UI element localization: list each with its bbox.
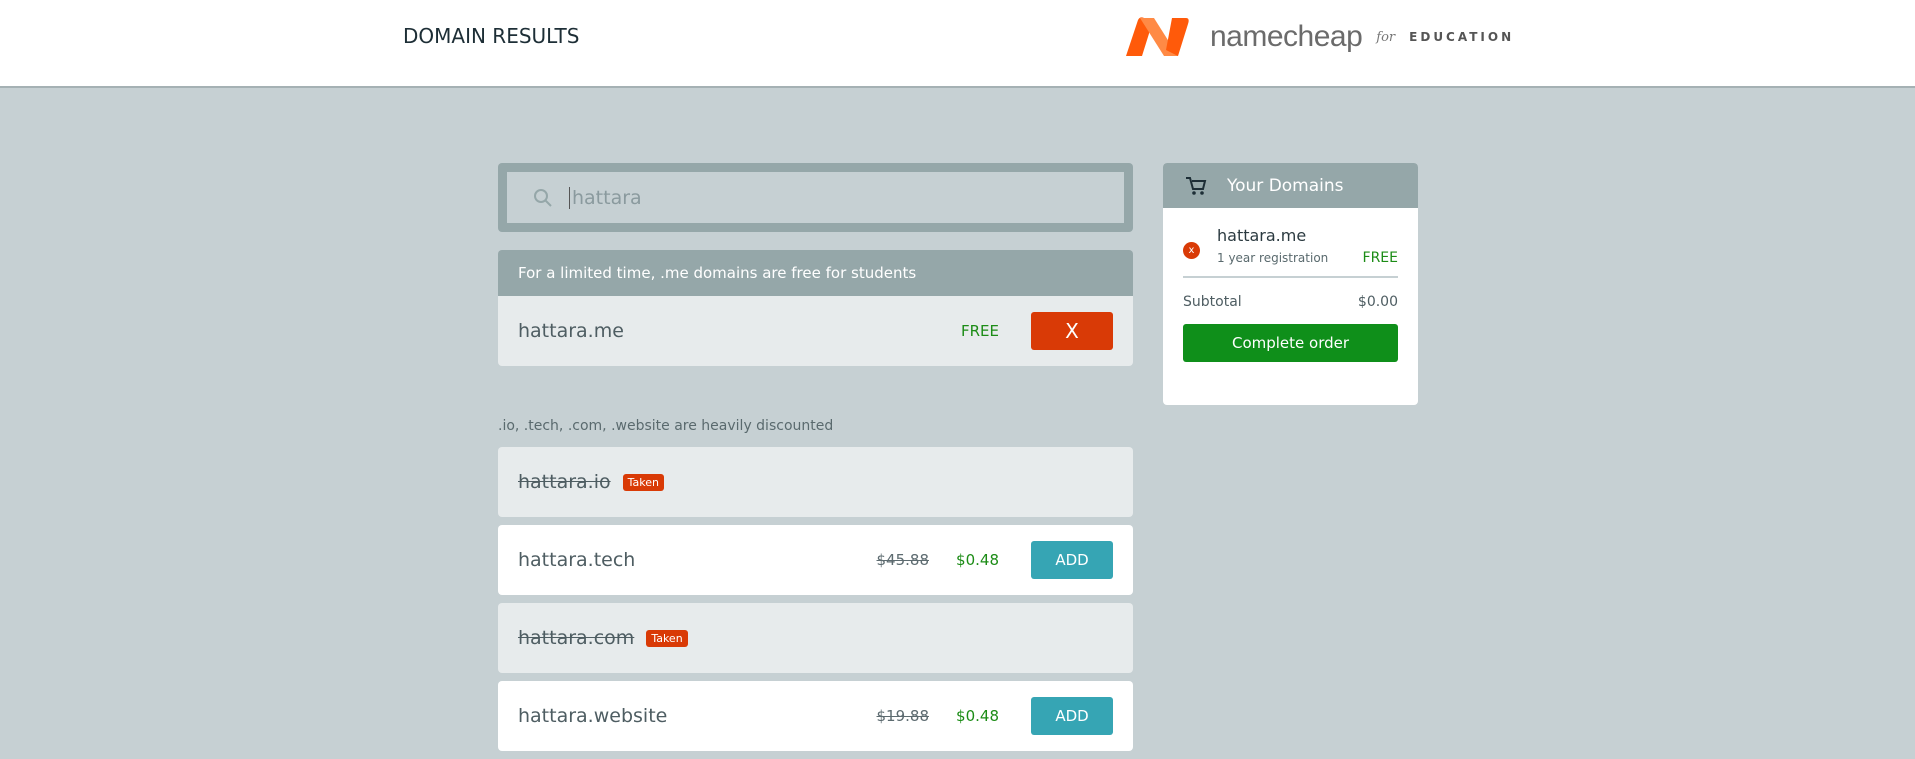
cart-panel: Your Domains x hattara.me 1 year registr… (1163, 163, 1418, 405)
header: DOMAIN RESULTS namecheap for EDUCATION (0, 0, 1915, 88)
cart-item-term: 1 year registration (1217, 251, 1329, 265)
domain-name: hattara.website (518, 705, 668, 727)
cart-title: Your Domains (1227, 175, 1344, 196)
cart-item: x hattara.me 1 year registration FREE (1183, 208, 1398, 278)
logo-education: EDUCATION (1409, 30, 1515, 44)
promo-heading: For a limited time, .me domains are free… (498, 250, 1133, 296)
remove-button[interactable]: X (1031, 312, 1113, 350)
domain-name: hattara.me (518, 320, 624, 342)
search-icon (534, 188, 552, 207)
domain-row-me: hattara.me FREE X (498, 296, 1133, 366)
namecheap-logo[interactable]: namecheap for EDUCATION (1124, 14, 1514, 60)
domain-name: hattara.com (518, 627, 635, 649)
subtotal-label: Subtotal (1183, 294, 1242, 310)
cart-item-domain: hattara.me (1217, 226, 1307, 245)
price: FREE (960, 322, 999, 340)
logo-wordmark: namecheap (1210, 20, 1363, 53)
old-price: $19.88 (876, 707, 930, 725)
cart-item-price: FREE (1362, 250, 1398, 266)
cart-header: Your Domains (1163, 163, 1418, 208)
price: $0.48 (956, 551, 999, 569)
search-box (498, 163, 1133, 232)
page-title: DOMAIN RESULTS (403, 24, 580, 48)
remove-item-icon[interactable]: x (1183, 242, 1200, 259)
domain-row: hattara.com Taken (498, 603, 1133, 673)
promo-card: For a limited time, .me domains are free… (498, 250, 1133, 366)
domain-row: hattara.tech $45.88 $0.48 ADD (498, 525, 1133, 595)
subtotal-row: Subtotal $0.00 (1183, 294, 1398, 310)
namecheap-logo-icon (1126, 17, 1189, 56)
domain-list: hattara.io Taken hattara.tech $45.88 $0.… (498, 447, 1133, 759)
subtotal-value: $0.00 (1357, 294, 1398, 310)
domain-name: hattara.tech (518, 549, 636, 571)
discount-heading: .io, .tech, .com, .website are heavily d… (498, 418, 834, 434)
add-button[interactable]: ADD (1031, 541, 1113, 579)
price: $0.48 (956, 707, 999, 725)
logo-for: for (1376, 29, 1396, 45)
taken-badge: Taken (622, 473, 664, 491)
old-price: $45.88 (876, 551, 930, 569)
search-input[interactable] (569, 186, 1069, 209)
add-button[interactable]: ADD (1031, 697, 1113, 735)
domain-row: hattara.website $19.88 $0.48 ADD (498, 681, 1133, 751)
taken-badge: Taken (646, 629, 688, 647)
domain-name: hattara.io (518, 471, 611, 493)
domain-row: hattara.io Taken (498, 447, 1133, 517)
complete-order-button[interactable]: Complete order (1183, 324, 1398, 362)
cart-icon (1186, 176, 1207, 195)
